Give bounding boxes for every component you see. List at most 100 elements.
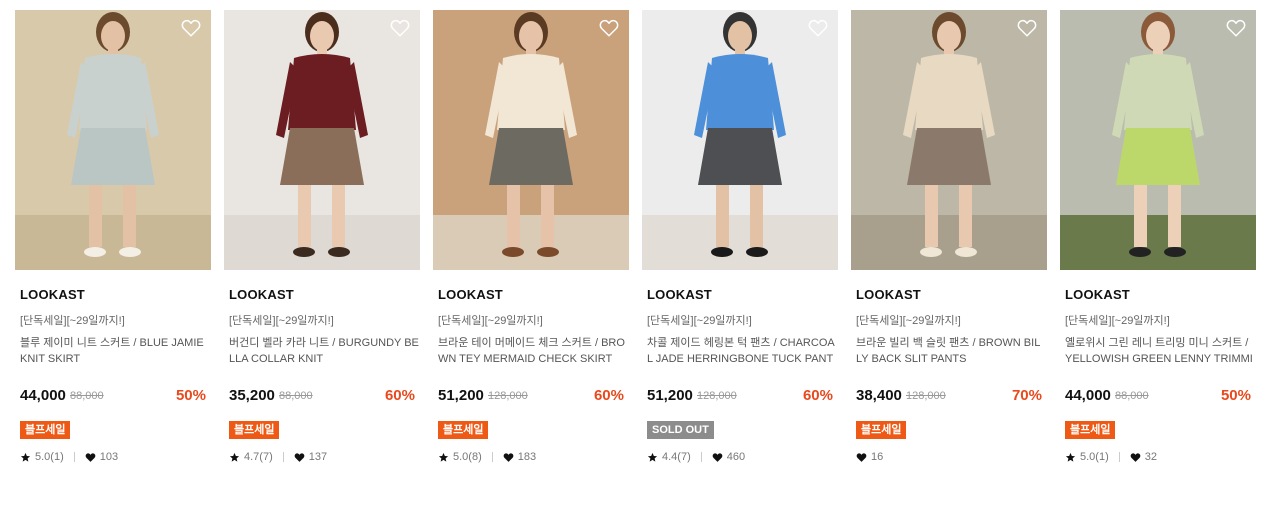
discount-rate: 60% bbox=[384, 387, 415, 404]
product-name[interactable]: 블루 제이미 니트 스커트 / BLUE JAMIE KNIT SKIRT bbox=[20, 335, 210, 367]
product-stats: 16 bbox=[856, 450, 883, 464]
like-count: 183 bbox=[517, 451, 537, 463]
sale-badge: 블프세일 bbox=[856, 421, 907, 439]
rating-value: 4.4(7) bbox=[662, 451, 691, 463]
product-photo bbox=[224, 10, 420, 270]
product-stats: 5.0(8) 183 bbox=[438, 450, 536, 464]
soldout-badge: SOLD OUT bbox=[647, 421, 714, 439]
sale-price: 51,200 bbox=[438, 387, 484, 404]
heart-filled-icon bbox=[856, 452, 867, 463]
product-grid: LOOKAST [단독세일][~29일까지!] 블루 제이미 니트 스커트 / … bbox=[0, 0, 1261, 510]
product-card[interactable]: LOOKAST [단독세일][~29일까지!] 블루 제이미 니트 스커트 / … bbox=[15, 10, 211, 480]
discount-rate: 70% bbox=[1011, 387, 1042, 404]
product-name[interactable]: 브라운 빌리 백 슬릿 팬츠 / BROWN BILLY BACK SLIT P… bbox=[856, 335, 1046, 367]
product-image[interactable] bbox=[15, 10, 211, 270]
sale-price: 51,200 bbox=[647, 387, 693, 404]
product-name[interactable]: 차콜 제이드 헤링본 턱 팬츠 / CHARCOAL JADE HERRINGB… bbox=[647, 335, 837, 367]
wishlist-heart-icon[interactable] bbox=[599, 19, 619, 37]
heart-filled-icon bbox=[85, 452, 96, 463]
brand-name[interactable]: LOOKAST bbox=[856, 287, 921, 302]
product-stats: 5.0(1) 103 bbox=[20, 450, 118, 464]
product-stats: 4.4(7) 460 bbox=[647, 450, 745, 464]
star-icon bbox=[1065, 452, 1076, 463]
promo-text: [단독세일][~29일까지!] bbox=[1065, 315, 1170, 327]
heart-filled-icon bbox=[503, 452, 514, 463]
product-image[interactable] bbox=[224, 10, 420, 270]
like-count: 103 bbox=[99, 451, 119, 463]
product-name[interactable]: 브라운 테이 머메이드 체크 스커트 / BROWN TEY MERMAID C… bbox=[438, 335, 628, 367]
divider bbox=[73, 452, 75, 462]
heart-filled-icon bbox=[1130, 452, 1141, 463]
wishlist-heart-icon[interactable] bbox=[181, 19, 201, 37]
like-count: 137 bbox=[308, 451, 328, 463]
wishlist-heart-icon[interactable] bbox=[1017, 19, 1037, 37]
sale-price: 35,200 bbox=[229, 387, 275, 404]
product-card[interactable]: LOOKAST [단독세일][~29일까지!] 버건디 벨라 카라 니트 / B… bbox=[224, 10, 420, 480]
product-photo bbox=[851, 10, 1047, 270]
sale-badge: 블프세일 bbox=[438, 421, 489, 439]
promo-text: [단독세일][~29일까지!] bbox=[647, 315, 752, 327]
original-price: 88,000 bbox=[1115, 390, 1149, 402]
product-photo bbox=[433, 10, 629, 270]
discount-rate: 50% bbox=[175, 387, 206, 404]
product-image[interactable] bbox=[642, 10, 838, 270]
star-icon bbox=[647, 452, 658, 463]
sale-badge: 블프세일 bbox=[20, 421, 71, 439]
rating-value: 4.7(7) bbox=[244, 451, 273, 463]
product-stats: 5.0(1) 32 bbox=[1065, 450, 1157, 464]
brand-name[interactable]: LOOKAST bbox=[229, 287, 294, 302]
rating-value: 5.0(8) bbox=[453, 451, 482, 463]
discount-rate: 60% bbox=[593, 387, 624, 404]
star-icon bbox=[229, 452, 240, 463]
divider bbox=[1118, 452, 1120, 462]
heart-filled-icon bbox=[712, 452, 723, 463]
promo-text: [단독세일][~29일까지!] bbox=[229, 315, 334, 327]
divider bbox=[700, 452, 702, 462]
rating-value: 5.0(1) bbox=[35, 451, 64, 463]
product-name[interactable]: 옐로위시 그린 레니 트리밍 미니 스커트 / YELLOWISH GREEN … bbox=[1065, 335, 1255, 367]
product-photo bbox=[642, 10, 838, 270]
brand-name[interactable]: LOOKAST bbox=[20, 287, 85, 302]
promo-text: [단독세일][~29일까지!] bbox=[856, 315, 961, 327]
product-image[interactable] bbox=[433, 10, 629, 270]
original-price: 88,000 bbox=[279, 390, 313, 402]
discount-rate: 50% bbox=[1220, 387, 1251, 404]
sale-price: 38,400 bbox=[856, 387, 902, 404]
wishlist-heart-icon[interactable] bbox=[390, 19, 410, 37]
like-count: 460 bbox=[726, 451, 746, 463]
rating-value: 5.0(1) bbox=[1080, 451, 1109, 463]
star-icon bbox=[438, 452, 449, 463]
product-image[interactable] bbox=[1060, 10, 1256, 270]
product-name[interactable]: 버건디 벨라 카라 니트 / BURGUNDY BELLA COLLAR KNI… bbox=[229, 335, 419, 367]
original-price: 128,000 bbox=[697, 390, 737, 402]
heart-filled-icon bbox=[294, 452, 305, 463]
sale-badge: 블프세일 bbox=[229, 421, 280, 439]
divider bbox=[282, 452, 284, 462]
product-photo bbox=[15, 10, 211, 270]
wishlist-heart-icon[interactable] bbox=[808, 19, 828, 37]
promo-text: [단독세일][~29일까지!] bbox=[438, 315, 543, 327]
product-card[interactable]: LOOKAST [단독세일][~29일까지!] 브라운 빌리 백 슬릿 팬츠 /… bbox=[851, 10, 1047, 480]
brand-name[interactable]: LOOKAST bbox=[438, 287, 503, 302]
sale-badge: 블프세일 bbox=[1065, 421, 1116, 439]
brand-name[interactable]: LOOKAST bbox=[647, 287, 712, 302]
discount-rate: 60% bbox=[802, 387, 833, 404]
star-icon bbox=[20, 452, 31, 463]
promo-text: [단독세일][~29일까지!] bbox=[20, 315, 125, 327]
product-photo bbox=[1060, 10, 1256, 270]
wishlist-heart-icon[interactable] bbox=[1226, 19, 1246, 37]
sale-price: 44,000 bbox=[1065, 387, 1111, 404]
original-price: 128,000 bbox=[488, 390, 528, 402]
sale-price: 44,000 bbox=[20, 387, 66, 404]
original-price: 88,000 bbox=[70, 390, 104, 402]
product-card[interactable]: LOOKAST [단독세일][~29일까지!] 차콜 제이드 헤링본 턱 팬츠 … bbox=[642, 10, 838, 480]
product-stats: 4.7(7) 137 bbox=[229, 450, 327, 464]
like-count: 16 bbox=[871, 451, 884, 463]
product-card[interactable]: LOOKAST [단독세일][~29일까지!] 옐로위시 그린 레니 트리밍 미… bbox=[1060, 10, 1256, 480]
divider bbox=[491, 452, 493, 462]
brand-name[interactable]: LOOKAST bbox=[1065, 287, 1130, 302]
like-count: 32 bbox=[1144, 451, 1157, 463]
product-image[interactable] bbox=[851, 10, 1047, 270]
original-price: 128,000 bbox=[906, 390, 946, 402]
product-card[interactable]: LOOKAST [단독세일][~29일까지!] 브라운 테이 머메이드 체크 스… bbox=[433, 10, 629, 480]
